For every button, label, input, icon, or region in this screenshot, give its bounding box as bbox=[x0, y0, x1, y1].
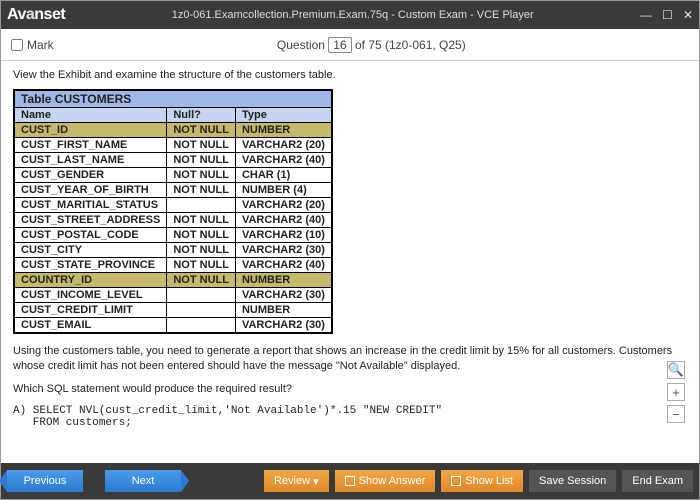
exhibit-instruction: View the Exhibit and examine the structu… bbox=[13, 69, 687, 81]
end-exam-button[interactable]: End Exam bbox=[622, 470, 693, 492]
question-number: 16 bbox=[328, 37, 351, 53]
question-para-2: Which SQL statement would produce the re… bbox=[13, 382, 687, 397]
mark-checkbox-wrap[interactable]: Mark bbox=[11, 38, 54, 52]
question-indicator: Question 16 of 75 (1z0-061, Q25) bbox=[54, 37, 689, 53]
titlebar: Avanset 1z0-061.Examcollection.Premium.E… bbox=[1, 1, 699, 29]
review-button[interactable]: Review ▾ bbox=[264, 470, 329, 492]
close-icon[interactable]: ✕ bbox=[683, 8, 693, 22]
zoom-controls: 🔍 + − bbox=[667, 361, 685, 423]
app-logo: Avanset bbox=[7, 6, 65, 24]
magnify-icon[interactable]: 🔍 bbox=[667, 361, 685, 379]
minimize-icon[interactable]: — bbox=[640, 8, 652, 22]
window-title: 1z0-061.Examcollection.Premium.Exam.75q … bbox=[65, 9, 640, 21]
question-bar: Mark Question 16 of 75 (1z0-061, Q25) bbox=[1, 29, 699, 61]
show-list-button[interactable]: Show List bbox=[441, 470, 523, 492]
question-para-1: Using the customers table, you need to g… bbox=[13, 344, 687, 374]
footer-toolbar: Previous Next Review ▾ Show Answer Show … bbox=[1, 463, 699, 499]
table-row: COUNTRY_IDNOT NULLNUMBER bbox=[14, 273, 332, 288]
table-row: CUST_MARITIAL_STATUSVARCHAR2 (20) bbox=[14, 198, 332, 213]
table-row: CUST_STREET_ADDRESSNOT NULLVARCHAR2 (40) bbox=[14, 213, 332, 228]
previous-button[interactable]: Previous bbox=[7, 470, 83, 492]
window-controls: — ☐ ✕ bbox=[640, 8, 693, 22]
table-title: Table CUSTOMERS bbox=[14, 90, 332, 108]
table-row: CUST_INCOME_LEVELVARCHAR2 (30) bbox=[14, 288, 332, 303]
table-header-row: Name Null? Type bbox=[14, 108, 332, 123]
table-row: CUST_FIRST_NAMENOT NULLVARCHAR2 (20) bbox=[14, 138, 332, 153]
checkbox-icon bbox=[345, 476, 355, 486]
save-session-button[interactable]: Save Session bbox=[529, 470, 616, 492]
mark-checkbox[interactable] bbox=[11, 39, 23, 51]
table-row: CUST_IDNOT NULLNUMBER bbox=[14, 123, 332, 138]
table-row: CUST_LAST_NAMENOT NULLVARCHAR2 (40) bbox=[14, 153, 332, 168]
option-a-code: A) SELECT NVL(cust_credit_limit,'Not Ava… bbox=[13, 405, 687, 429]
zoom-out-button[interactable]: − bbox=[667, 405, 685, 423]
table-row: CUST_EMAILVARCHAR2 (30) bbox=[14, 318, 332, 334]
table-row: CUST_POSTAL_CODENOT NULLVARCHAR2 (10) bbox=[14, 228, 332, 243]
table-row: CUST_STATE_PROVINCENOT NULLVARCHAR2 (40) bbox=[14, 258, 332, 273]
show-answer-button[interactable]: Show Answer bbox=[335, 470, 436, 492]
customers-table-schema: Table CUSTOMERS Name Null? Type CUST_IDN… bbox=[13, 89, 333, 334]
mark-label: Mark bbox=[27, 38, 54, 52]
table-row: CUST_GENDERNOT NULLCHAR (1) bbox=[14, 168, 332, 183]
question-content: View the Exhibit and examine the structu… bbox=[1, 61, 699, 463]
checkbox-icon bbox=[451, 476, 461, 486]
table-row: CUST_CITYNOT NULLVARCHAR2 (30) bbox=[14, 243, 332, 258]
zoom-in-button[interactable]: + bbox=[667, 383, 685, 401]
maximize-icon[interactable]: ☐ bbox=[662, 8, 673, 22]
table-row: CUST_CREDIT_LIMITNUMBER bbox=[14, 303, 332, 318]
next-button[interactable]: Next bbox=[105, 470, 181, 492]
table-row: CUST_YEAR_OF_BIRTHNOT NULLNUMBER (4) bbox=[14, 183, 332, 198]
